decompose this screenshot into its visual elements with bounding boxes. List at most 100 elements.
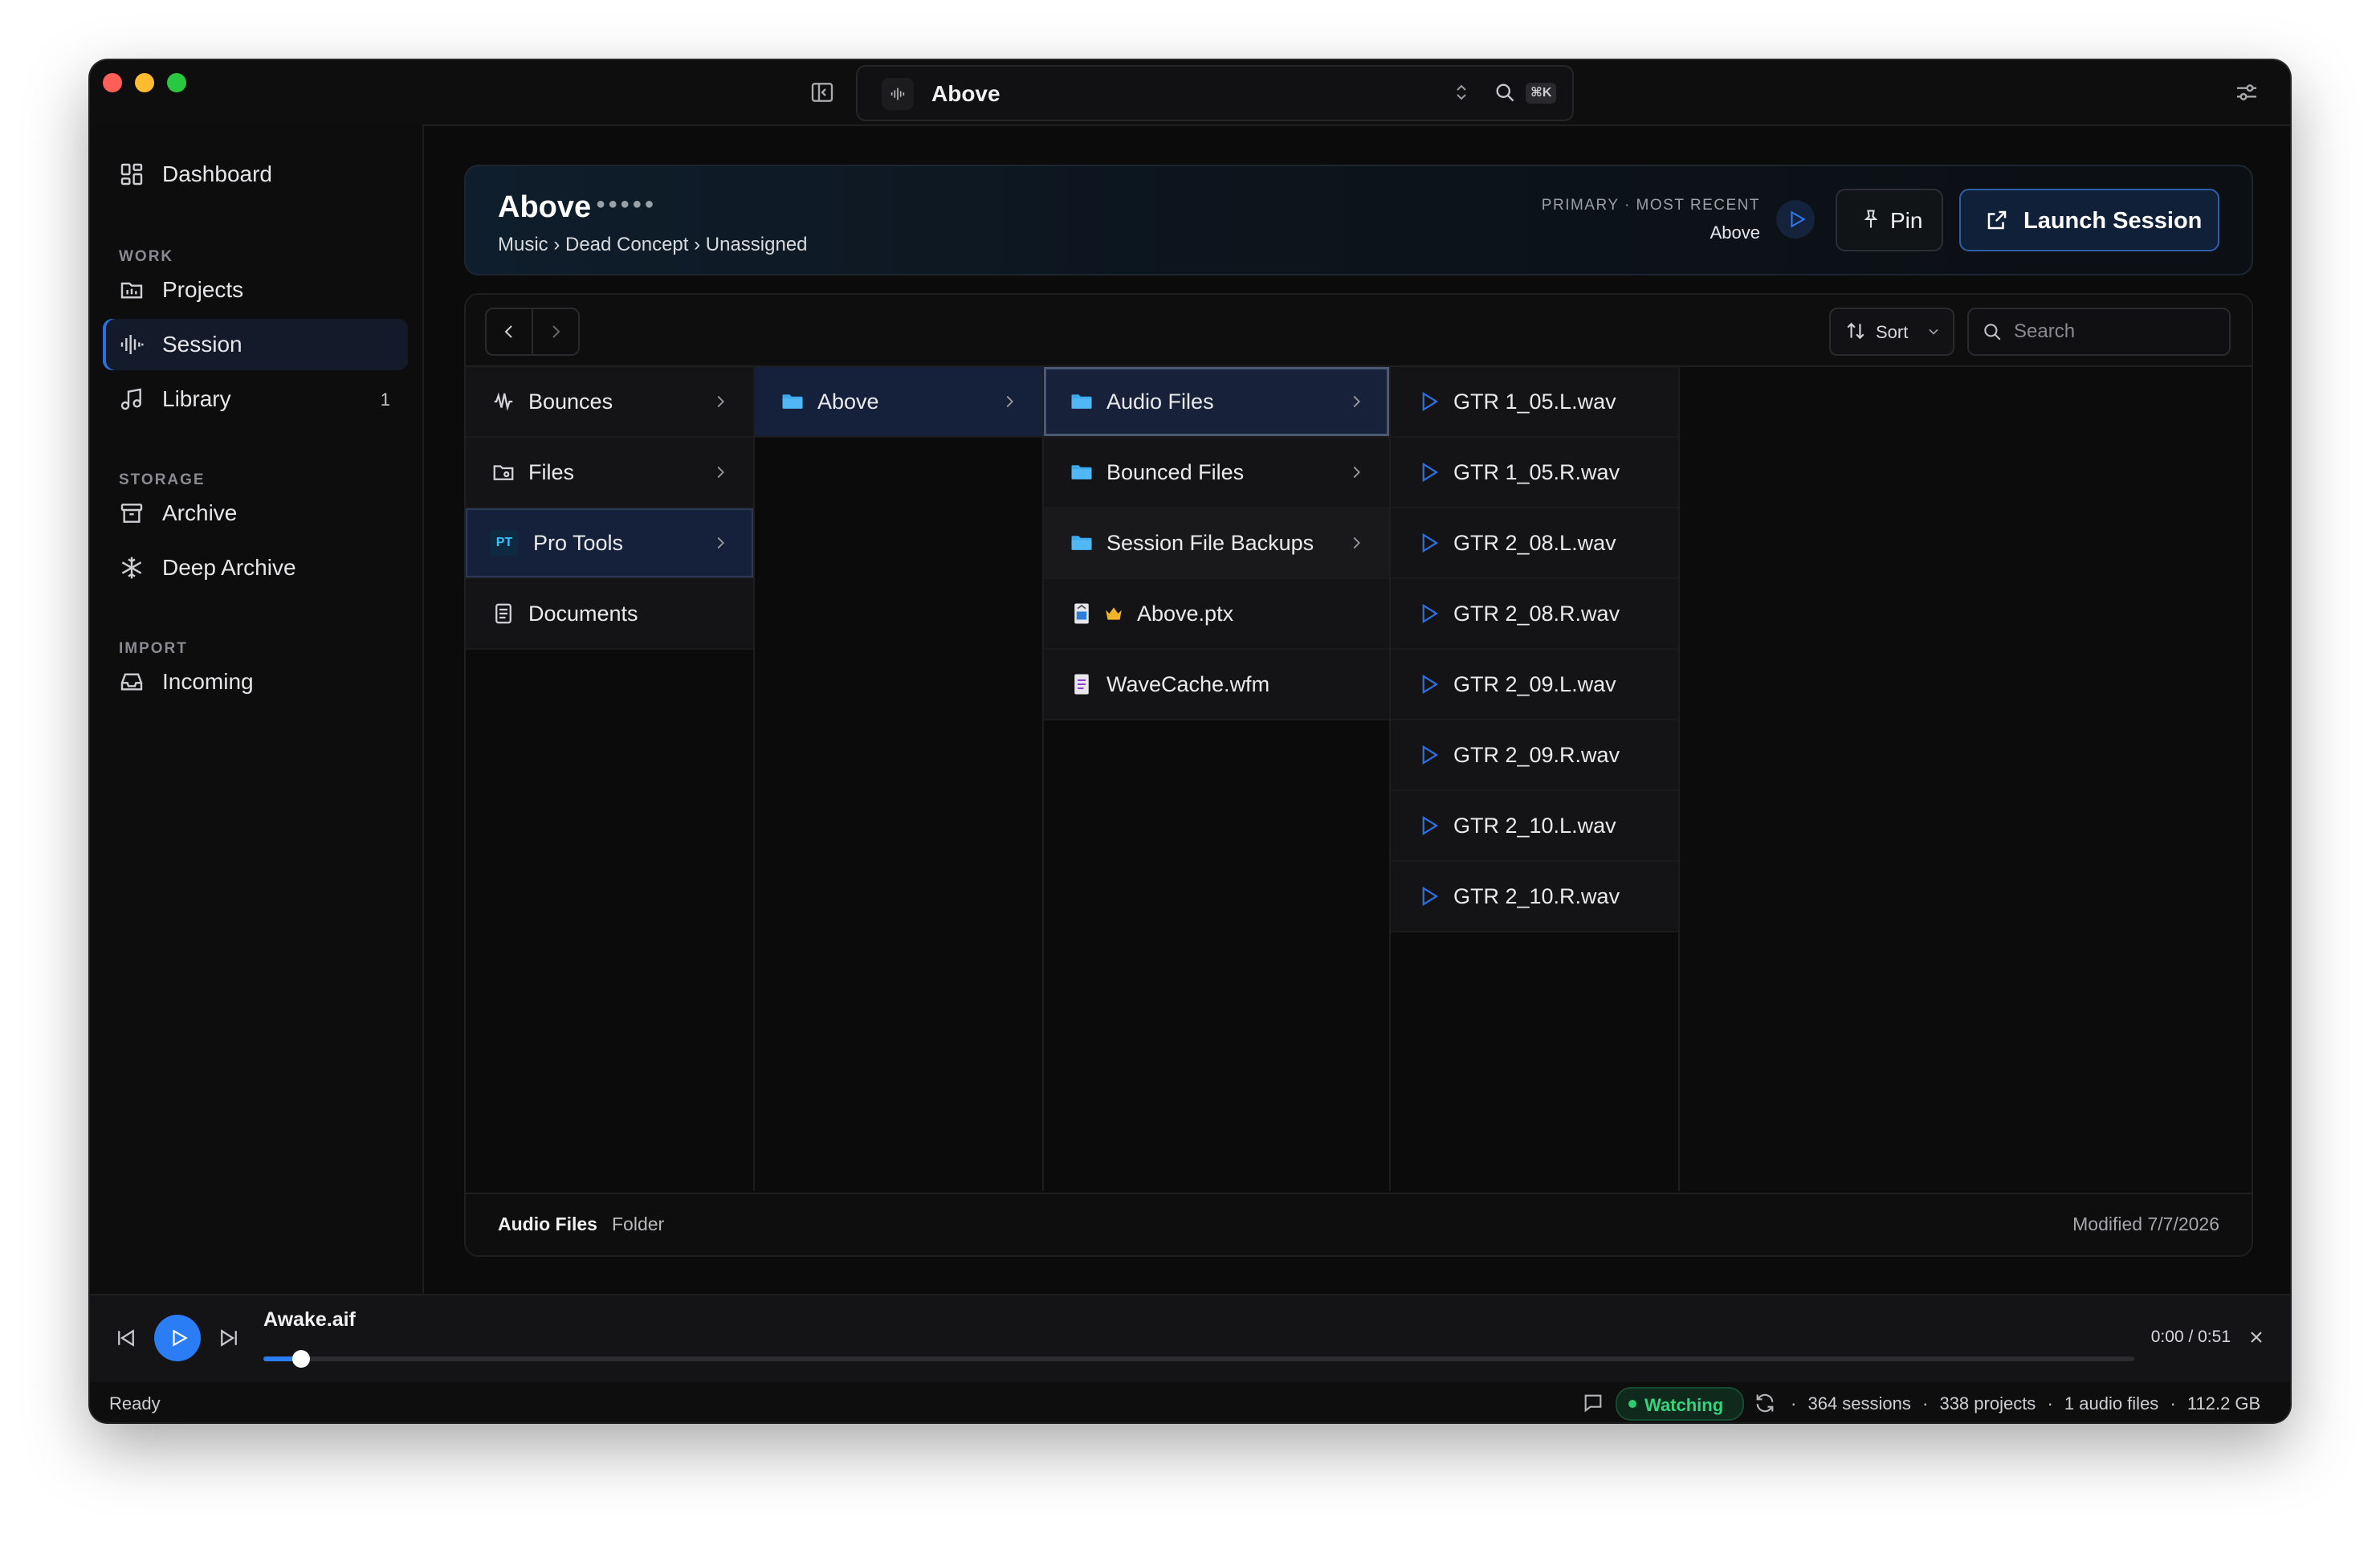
sort-arrows-icon: [1845, 320, 1866, 341]
minimize-window-button[interactable]: [135, 73, 154, 92]
snowflake-icon: [119, 555, 145, 581]
watching-badge[interactable]: Watching: [1616, 1387, 1744, 1421]
document-icon: [491, 602, 516, 626]
list-item[interactable]: Session File Backups: [1044, 508, 1389, 579]
progress-track[interactable]: [263, 1356, 2134, 1361]
sort-button[interactable]: Sort: [1829, 308, 1954, 356]
separator: ·: [2047, 1393, 2053, 1414]
list-item[interactable]: PT Pro Tools: [466, 508, 753, 579]
sidebar-toggle-icon[interactable]: [809, 80, 835, 105]
item-label: GTR 2_10.L.wav: [1453, 814, 1616, 838]
play-icon[interactable]: [1416, 390, 1441, 414]
item-label: Documents: [528, 602, 638, 626]
forward-button[interactable]: [533, 309, 578, 354]
list-item[interactable]: Bounced Files: [1044, 438, 1389, 508]
sidebar-item-label: Session: [162, 332, 242, 357]
launch-session-button[interactable]: Launch Session: [1959, 189, 2219, 251]
list-item[interactable]: Bounces: [466, 367, 753, 438]
comment-icon[interactable]: [1582, 1392, 1604, 1414]
item-label: Audio Files: [1106, 390, 1214, 414]
item-label: Above: [817, 390, 879, 414]
grid-icon: [119, 161, 145, 187]
list-item[interactable]: GTR 2_09.R.wav: [1391, 720, 1678, 791]
section-storage: STORAGE: [119, 471, 206, 488]
list-item[interactable]: GTR 2_10.R.wav: [1391, 862, 1678, 932]
current-session-title: Above: [931, 81, 1000, 106]
list-item[interactable]: Above: [755, 367, 1042, 438]
play-icon[interactable]: [1416, 460, 1441, 484]
play-icon[interactable]: [1416, 602, 1441, 626]
session-switcher[interactable]: Above ⌘K: [856, 65, 1574, 121]
search-icon[interactable]: [1494, 81, 1516, 104]
play-button[interactable]: [154, 1315, 201, 1361]
main-content: Above ●●●●● Music › Dead Concept › Unass…: [424, 124, 2290, 1294]
rating-dots[interactable]: ●●●●●: [596, 195, 656, 214]
chevron-down-icon: [1926, 324, 1942, 340]
sidebar-item-label: Incoming: [162, 669, 254, 694]
play-icon[interactable]: [1416, 672, 1441, 696]
progress-thumb[interactable]: [291, 1350, 310, 1368]
sidebar-item-session[interactable]: Session: [103, 319, 408, 370]
music-note-icon: [119, 386, 145, 412]
sidebar-item-deep-archive[interactable]: Deep Archive: [103, 542, 408, 594]
projects-count: 338 projects: [1939, 1393, 2036, 1414]
skip-back-button[interactable]: [114, 1326, 138, 1350]
item-label: GTR 2_10.R.wav: [1453, 884, 1620, 908]
pro-tools-badge: PT: [490, 530, 519, 556]
list-item[interactable]: Documents: [466, 579, 753, 650]
list-item[interactable]: Above.ptx: [1044, 579, 1389, 650]
list-item[interactable]: GTR 1_05.R.wav: [1391, 438, 1678, 508]
separator: ·: [1791, 1393, 1797, 1414]
browser-toolbar: Sort: [466, 295, 2252, 367]
folder-icon: [1070, 531, 1094, 555]
zoom-window-button[interactable]: [167, 73, 186, 92]
session-title: Above: [498, 190, 592, 224]
list-item[interactable]: GTR 2_08.L.wav: [1391, 508, 1678, 579]
selected-item-type: Folder: [612, 1214, 665, 1234]
play-icon[interactable]: [1416, 884, 1441, 908]
play-icon[interactable]: [1416, 531, 1441, 555]
back-button[interactable]: [487, 309, 532, 354]
watching-label: Watching: [1644, 1395, 1724, 1415]
chevron-updown-icon[interactable]: [1452, 81, 1471, 104]
list-item[interactable]: GTR 1_05.L.wav: [1391, 367, 1678, 438]
app-window: Above ⌘K Dashboard WORK Projects Session: [90, 60, 2290, 1422]
sliders-icon[interactable]: [2234, 80, 2260, 105]
close-icon[interactable]: [2247, 1328, 2266, 1347]
playback-time: 0:00 / 0:51: [2150, 1328, 2231, 1346]
list-item[interactable]: GTR 2_09.L.wav: [1391, 650, 1678, 720]
waveform-icon: [491, 390, 516, 414]
browser-search[interactable]: [1967, 308, 2231, 356]
sidebar-item-archive[interactable]: Archive: [103, 487, 408, 539]
selected-item-name: Audio Files: [498, 1214, 597, 1234]
list-item[interactable]: Audio Files: [1044, 367, 1389, 438]
sidebar-item-incoming[interactable]: Incoming: [103, 656, 408, 708]
chevron-right-icon: [711, 463, 729, 481]
sidebar-item-library[interactable]: Library 1: [103, 373, 408, 425]
close-window-button[interactable]: [103, 73, 122, 92]
play-primary-button[interactable]: [1776, 200, 1815, 239]
chevron-right-icon: [1347, 393, 1365, 410]
play-icon[interactable]: [1416, 743, 1441, 767]
breadcrumb: Music › Dead Concept › Unassigned: [498, 234, 808, 255]
separator: ·: [2170, 1393, 2176, 1414]
search-input[interactable]: [2012, 317, 2216, 346]
modified-date: Modified 7/7/2026: [2072, 1214, 2219, 1234]
refresh-icon[interactable]: [1754, 1392, 1776, 1414]
sidebar-item-dashboard[interactable]: Dashboard: [103, 149, 408, 200]
list-item[interactable]: GTR 2_08.R.wav: [1391, 579, 1678, 650]
play-icon[interactable]: [1416, 814, 1441, 838]
list-item[interactable]: WaveCache.wfm: [1044, 650, 1389, 720]
status-bar: Ready Watching · 364 sessions · 338 proj…: [90, 1382, 2290, 1422]
list-item[interactable]: Files: [466, 438, 753, 508]
sidebar-item-projects[interactable]: Projects: [103, 264, 408, 316]
wfm-file-icon: [1070, 672, 1094, 696]
skip-forward-button[interactable]: [217, 1326, 241, 1350]
sidebar-item-label: Projects: [162, 277, 244, 302]
item-label: Files: [528, 460, 575, 484]
pin-button[interactable]: Pin: [1836, 189, 1943, 251]
section-import: IMPORT: [119, 640, 188, 657]
status-text: Ready: [109, 1393, 161, 1414]
column-4: GTR 1_05.L.wav GTR 1_05.R.wav GTR 2_08.L.w…: [1391, 367, 1680, 1191]
list-item[interactable]: GTR 2_10.L.wav: [1391, 791, 1678, 862]
